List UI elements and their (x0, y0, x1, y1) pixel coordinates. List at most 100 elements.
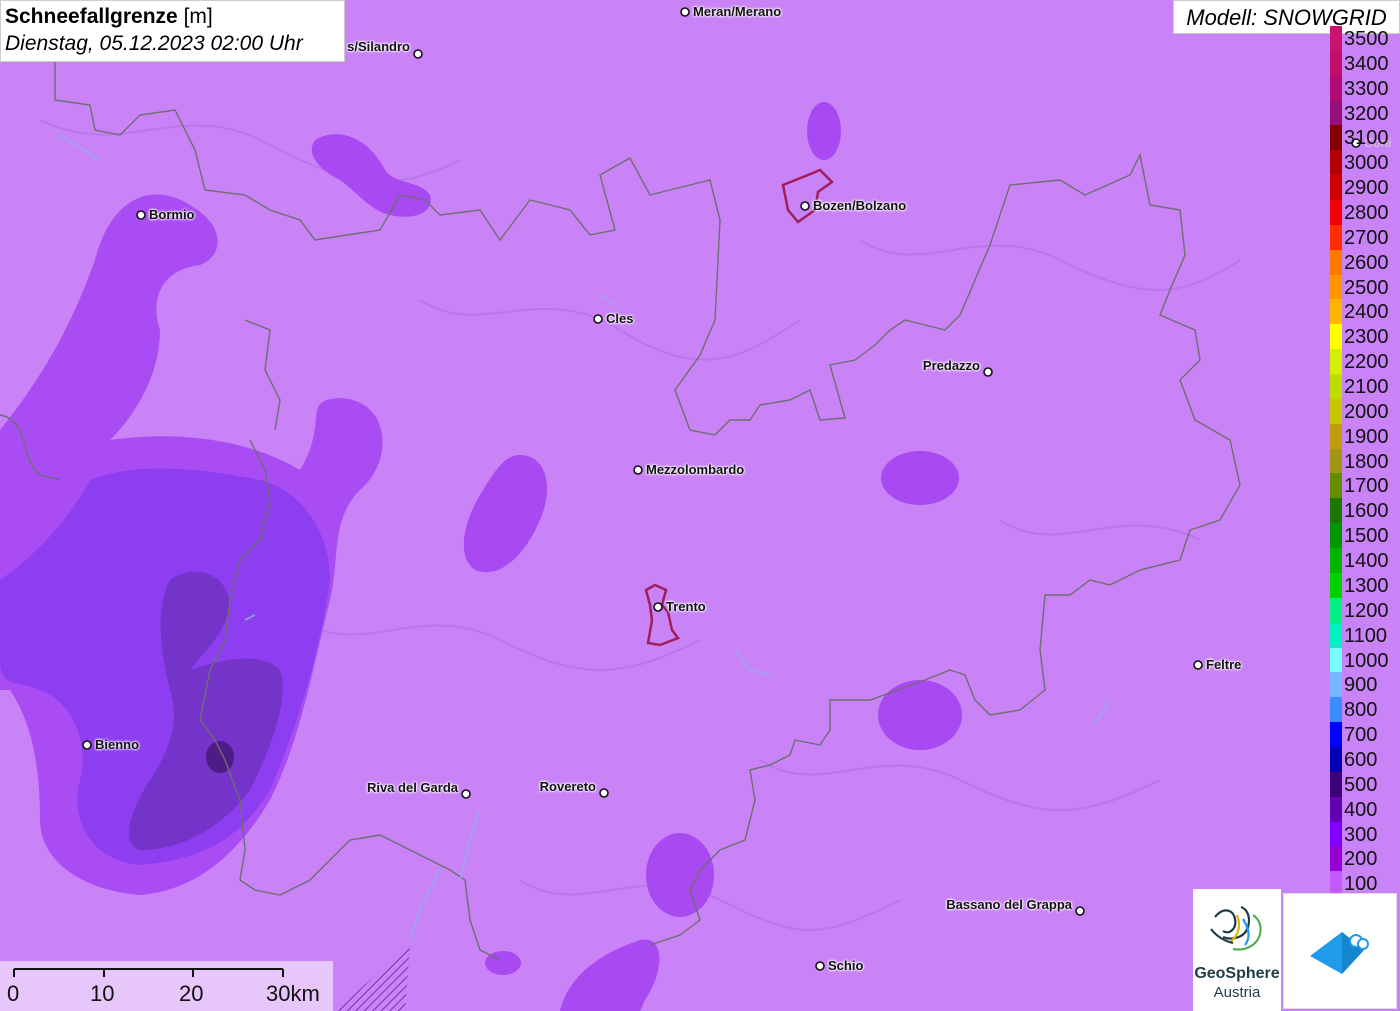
city-label: Trento (666, 599, 706, 614)
legend-swatch (1330, 200, 1342, 225)
legend-label: 600 (1344, 748, 1378, 771)
legend-label: 1900 (1344, 425, 1389, 448)
city-label: Bozen/Bolzano (813, 198, 907, 213)
legend-item-2000: 2000 (1328, 398, 1400, 424)
legend-swatch (1330, 821, 1342, 847)
legend-label: 2000 (1344, 400, 1389, 423)
city-label: Bienno (95, 737, 140, 752)
title-datetime: Dienstag, 05.12.2023 02:00 Uhr (5, 32, 303, 55)
legend-item-1000: 1000 (1328, 647, 1400, 673)
legend-swatch (1330, 548, 1342, 573)
legend-item-3400: 3400 (1328, 50, 1400, 76)
legend-label: 3300 (1344, 77, 1389, 100)
city-marker (1075, 906, 1085, 916)
legend-item-300: 300 (1328, 821, 1400, 847)
scale-label-10: 10 (90, 981, 115, 1006)
city-label: Schio (828, 958, 864, 973)
legend-item-2900: 2900 (1328, 175, 1400, 201)
legend-item-2100: 2100 (1328, 374, 1400, 399)
legend-label: 1500 (1344, 525, 1389, 548)
title-unit: [m] (183, 5, 213, 28)
region-blob-4 (881, 451, 959, 505)
color-legend: 3500 3400 3300 3200 3100 3000 2900 2800 2700 2600… (1328, 26, 1400, 897)
region-blob-6 (646, 833, 714, 917)
weather-app-logo[interactable] (1283, 893, 1397, 1009)
title-main: Schneefallgrenze (5, 5, 178, 28)
legend-item-1700: 1700 (1328, 473, 1400, 499)
legend-label: 2800 (1344, 202, 1389, 225)
legend-swatch (1330, 622, 1342, 648)
region-blob-5 (878, 680, 962, 750)
region-500 (206, 741, 234, 773)
legend-item-2800: 2800 (1328, 200, 1400, 225)
legend-label: 1100 (1344, 624, 1388, 647)
legend-item-1800: 1800 (1328, 448, 1400, 474)
legend-swatch (1330, 672, 1342, 698)
city-marker (680, 7, 690, 17)
city-marker (653, 602, 663, 612)
scale-label-0: 0 (7, 981, 20, 1006)
legend-label: 2100 (1344, 376, 1389, 399)
legend-item-400: 400 (1328, 796, 1400, 822)
legend-item-2300: 2300 (1328, 324, 1400, 350)
legend-item-3100: 3100 (1328, 125, 1400, 151)
legend-swatch (1330, 523, 1342, 549)
legend-label: 1000 (1344, 649, 1389, 672)
legend-swatch (1330, 697, 1342, 723)
legend-swatch (1330, 771, 1342, 797)
legend-swatch (1330, 125, 1342, 151)
legend-label: 1200 (1344, 599, 1389, 622)
legend-swatch (1330, 498, 1342, 524)
legend-swatch (1330, 349, 1342, 375)
legend-swatch (1330, 299, 1342, 325)
legend-item-3300: 3300 (1328, 75, 1400, 101)
city-marker (633, 465, 643, 475)
legend-swatch (1330, 374, 1342, 399)
legend-item-2600: 2600 (1328, 249, 1400, 275)
scale-bar: 0 10 20 30km (0, 961, 333, 1011)
legend-item-1600: 1600 (1328, 498, 1400, 524)
legend-label: 1700 (1344, 475, 1389, 498)
city-label: Feltre (1206, 657, 1242, 672)
legend-label: 700 (1344, 724, 1378, 747)
legend-swatch (1330, 100, 1342, 126)
city-label: Rovereto (539, 779, 596, 794)
legend-label: 2600 (1344, 251, 1389, 274)
legend-label: 2200 (1344, 351, 1389, 374)
legend-item-1100: 1100 (1328, 622, 1400, 648)
snow-cloud-icon (1310, 932, 1369, 974)
legend-item-700: 700 (1328, 722, 1400, 747)
legend-label: 300 (1344, 823, 1378, 846)
legend-swatch (1330, 398, 1342, 424)
city-label: Riva del Garda (366, 780, 458, 795)
city-marker (82, 740, 92, 750)
legend-label: 3100 (1344, 127, 1389, 150)
legend-item-3000: 3000 (1328, 150, 1400, 176)
legend-item-500: 500 (1328, 771, 1400, 797)
legend-item-1400: 1400 (1328, 548, 1400, 573)
scale-label-30km: 30km (266, 981, 320, 1006)
geosphere-logo[interactable]: GeoSphere Austria (1193, 889, 1281, 1011)
legend-swatch (1330, 175, 1342, 201)
geosphere-logo-line2: Austria (1213, 984, 1261, 1001)
city-marker (593, 314, 603, 324)
city-marker (983, 367, 993, 377)
legend-label: 200 (1344, 848, 1378, 871)
legend-swatch (1330, 796, 1342, 822)
legend-item-2700: 2700 (1328, 224, 1400, 250)
legend-item-200: 200 (1328, 846, 1400, 872)
legend-swatch (1330, 722, 1342, 747)
legend-swatch (1330, 50, 1342, 76)
legend-swatch (1330, 224, 1342, 250)
legend-swatch (1330, 26, 1342, 51)
legend-label: 800 (1344, 699, 1378, 722)
title-box: Schneefallgrenze [m] Dienstag, 05.12.202… (0, 0, 345, 62)
legend-label: 2400 (1344, 301, 1389, 324)
legend-label: 2900 (1344, 177, 1389, 200)
legend-label: 1400 (1344, 550, 1389, 573)
legend-item-800: 800 (1328, 697, 1400, 723)
legend-item-2400: 2400 (1328, 299, 1400, 325)
city-marker (800, 201, 810, 211)
city-label: Bormio (149, 207, 195, 222)
city-marker (815, 961, 825, 971)
